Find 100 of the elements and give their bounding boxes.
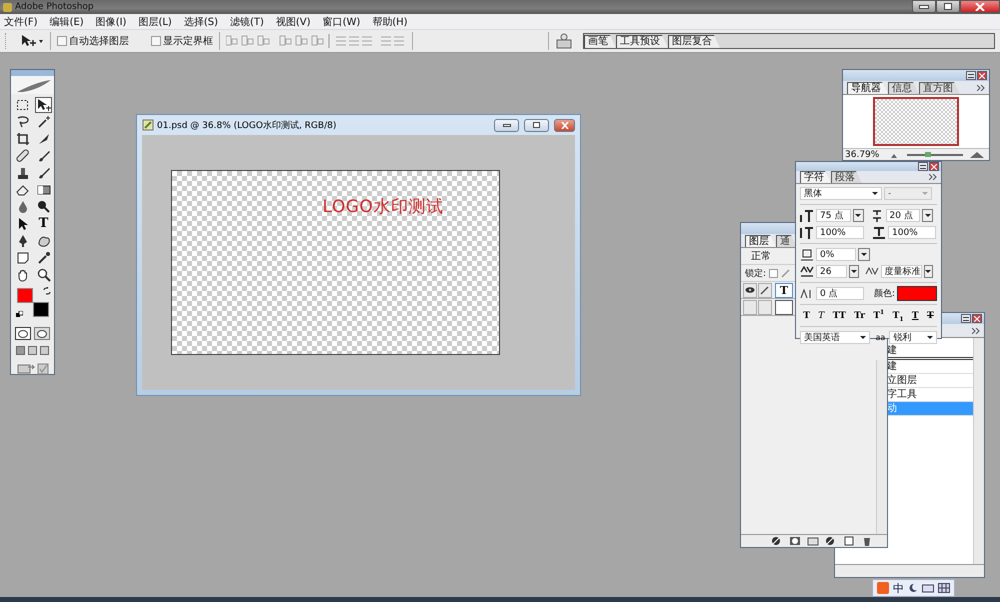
- palette-well-tab[interactable]: 画笔: [584, 35, 616, 48]
- font-size-field[interactable]: 75 点: [816, 209, 851, 222]
- checkbox[interactable]: [151, 36, 161, 46]
- menu-item[interactable]: 滤镜(T): [230, 14, 264, 28]
- strike-style-button[interactable]: T: [926, 310, 935, 322]
- collapse-button[interactable]: [918, 162, 928, 171]
- menu-item[interactable]: 图像(I): [96, 14, 126, 28]
- brush-icon[interactable]: [758, 282, 772, 298]
- circle-icon[interactable]: [825, 536, 837, 546]
- dropdown-button[interactable]: [849, 265, 859, 278]
- grid-icon[interactable]: [938, 583, 950, 593]
- close-button[interactable]: [960, 0, 1000, 13]
- dropdown-button[interactable]: [852, 209, 864, 222]
- menu-item[interactable]: 帮助(H): [372, 14, 408, 28]
- scrollbar[interactable]: [973, 338, 984, 564]
- panel-tab[interactable]: 导航器: [847, 82, 888, 94]
- background-color-swatch[interactable]: [33, 302, 49, 317]
- menu-item[interactable]: 选择(S): [184, 14, 218, 28]
- sub-style-button[interactable]: T$_{1}$: [892, 310, 905, 322]
- language-dropdown[interactable]: 美国英语: [800, 331, 870, 344]
- dodge-tool[interactable]: [35, 199, 52, 215]
- menu-item[interactable]: 窗口(W): [322, 14, 360, 28]
- italic-style-button[interactable]: T: [817, 310, 826, 322]
- panel-tab[interactable]: 字符: [800, 171, 831, 183]
- jump-to-icon[interactable]: [16, 361, 50, 375]
- smallcaps-style-button[interactable]: Tr: [853, 310, 866, 322]
- font-style-dropdown[interactable]: -: [884, 187, 932, 200]
- blend-mode-dropdown[interactable]: 正常: [745, 249, 771, 263]
- text-color-swatch[interactable]: [897, 286, 937, 301]
- collapse-button[interactable]: [966, 71, 976, 80]
- super-style-button[interactable]: T$^{1}$: [872, 310, 886, 322]
- zoom-tool[interactable]: [35, 267, 52, 283]
- text-layer-thumbnail[interactable]: T: [775, 282, 793, 298]
- input-method-label[interactable]: 中: [893, 580, 904, 596]
- zoom-value[interactable]: 36.79%: [843, 150, 883, 160]
- panel-tab[interactable]: 段落: [831, 171, 862, 183]
- palette-well-tab[interactable]: 工具预设: [616, 35, 668, 48]
- dropdown-button[interactable]: [922, 209, 933, 222]
- moon-icon[interactable]: [908, 583, 918, 593]
- marquee-tool[interactable]: [14, 97, 31, 113]
- default-colors-icon[interactable]: [16, 311, 23, 318]
- new-layer-icon[interactable]: [843, 536, 855, 546]
- underline-style-button[interactable]: T: [910, 310, 920, 322]
- panel-menu-icon[interactable]: [929, 174, 937, 180]
- foreground-color-swatch[interactable]: [17, 288, 33, 303]
- lock-transparency-checkbox[interactable]: [769, 268, 778, 278]
- file-browser-icon[interactable]: [555, 33, 573, 49]
- checkbox-option[interactable]: 显示定界框: [151, 34, 213, 48]
- quick-mask-button[interactable]: [34, 327, 50, 340]
- checkbox-option[interactable]: 自动选择图层: [57, 34, 145, 48]
- move-tool-icon[interactable]: [20, 34, 44, 48]
- standard-mode-button[interactable]: [15, 327, 31, 340]
- panel-menu-icon[interactable]: [972, 328, 980, 334]
- tracking-field[interactable]: 26: [816, 265, 848, 278]
- menu-item[interactable]: 图层(L): [138, 14, 172, 28]
- menu-item[interactable]: 文件(F): [4, 14, 38, 28]
- minimize-button[interactable]: [912, 0, 936, 13]
- kerning-field[interactable]: 度量标准: [880, 265, 922, 278]
- folder-icon[interactable]: [807, 536, 819, 546]
- mask-icon[interactable]: [789, 536, 801, 546]
- font-family-dropdown[interactable]: 黑体: [800, 187, 882, 200]
- panel-tab[interactable]: 信息: [888, 82, 919, 94]
- horizontal-scale-field[interactable]: 100%: [888, 226, 936, 239]
- vertical-scale-field[interactable]: 100%: [816, 226, 864, 239]
- close-button[interactable]: [977, 71, 987, 80]
- panel-tab[interactable]: 图层: [745, 235, 776, 247]
- trash-icon[interactable]: [861, 536, 873, 546]
- menu-item[interactable]: 视图(V): [276, 14, 311, 28]
- scrollbar[interactable]: [876, 360, 887, 534]
- collapse-button[interactable]: [961, 314, 971, 323]
- palette-well-tab[interactable]: 图层复合: [668, 35, 720, 48]
- eye-icon[interactable]: [743, 282, 757, 298]
- crop-tool[interactable]: [14, 131, 31, 147]
- panel-menu-icon[interactable]: [977, 84, 985, 90]
- menu-item[interactable]: 编辑(E): [50, 14, 84, 28]
- checkbox[interactable]: [57, 36, 67, 46]
- close-button[interactable]: [972, 314, 982, 323]
- move-tool[interactable]: [35, 97, 52, 113]
- leading-field[interactable]: 20 点: [886, 209, 920, 222]
- minimize-button[interactable]: [494, 118, 519, 132]
- circle-icon[interactable]: [771, 536, 783, 546]
- maximize-button[interactable]: [524, 118, 549, 132]
- dropdown-button[interactable]: [924, 265, 933, 278]
- swap-icon[interactable]: [43, 287, 51, 295]
- panel-tab[interactable]: 直方图: [919, 82, 960, 94]
- baseline-shift-field[interactable]: 0 点: [816, 287, 864, 300]
- keyboard-icon[interactable]: [922, 583, 934, 593]
- caps-style-button[interactable]: TT: [832, 310, 847, 322]
- tsume-field[interactable]: 0%: [816, 248, 856, 261]
- bold-style-button[interactable]: T: [802, 310, 811, 322]
- input-method-icon[interactable]: [877, 582, 889, 594]
- close-button[interactable]: [929, 162, 939, 171]
- layer-thumbnail[interactable]: [775, 300, 793, 314]
- antialias-dropdown[interactable]: 锐利: [889, 331, 937, 344]
- close-button[interactable]: [554, 118, 575, 132]
- slider-thumb[interactable]: [924, 152, 930, 156]
- dropdown-button[interactable]: [858, 248, 870, 261]
- type-tool[interactable]: T: [35, 216, 52, 232]
- panel-tab[interactable]: 通: [776, 235, 797, 247]
- maximize-button[interactable]: [936, 0, 960, 13]
